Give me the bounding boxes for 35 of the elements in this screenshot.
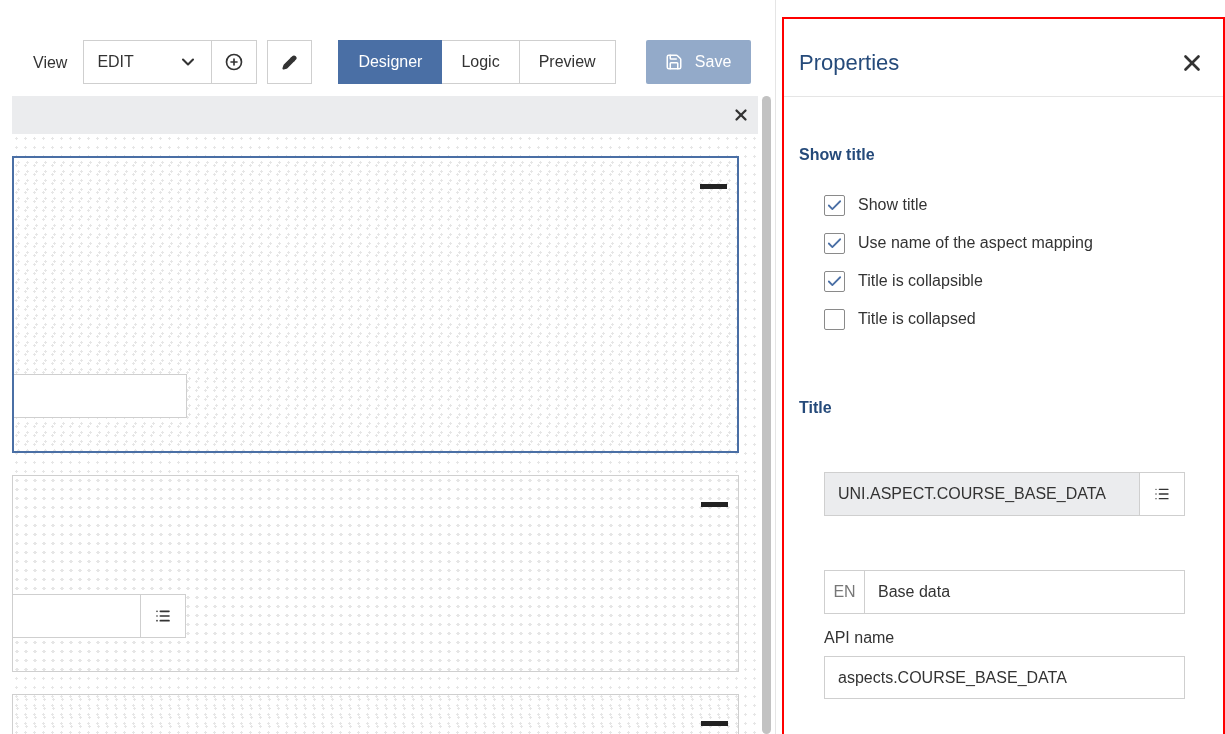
section-heading: Title bbox=[799, 398, 833, 418]
list-icon bbox=[155, 608, 171, 624]
field-label: API name bbox=[824, 628, 896, 648]
checkbox[interactable] bbox=[824, 270, 845, 292]
mode-tab[interactable]: Preview bbox=[519, 40, 616, 84]
field-value: Base data bbox=[877, 582, 951, 602]
api-name-field[interactable]: aspects.COURSE_BASE_DATA bbox=[824, 656, 1185, 699]
checkbox-label: Title is collapsed bbox=[858, 309, 976, 329]
view-select[interactable]: EDIT bbox=[83, 40, 213, 84]
checkbox[interactable] bbox=[824, 308, 845, 330]
checkbox-label: Show title bbox=[858, 195, 928, 215]
list-icon bbox=[1154, 486, 1170, 502]
add-button[interactable] bbox=[212, 40, 258, 84]
scrollbar[interactable] bbox=[762, 96, 771, 734]
checkbox[interactable] bbox=[824, 232, 845, 254]
form-card[interactable] bbox=[12, 156, 739, 453]
section-heading: Show title bbox=[799, 145, 876, 165]
input-field[interactable] bbox=[13, 594, 141, 638]
list-button[interactable] bbox=[1140, 472, 1185, 516]
translation-field[interactable]: EN Base data bbox=[824, 570, 1185, 614]
panel-title: Properties bbox=[799, 49, 900, 77]
mode-tab[interactable]: Logic bbox=[442, 40, 520, 84]
input-field[interactable] bbox=[14, 374, 187, 418]
checkbox[interactable] bbox=[824, 194, 845, 216]
close-icon[interactable] bbox=[732, 106, 750, 124]
view-label: View bbox=[33, 53, 68, 73]
pencil-icon bbox=[282, 54, 298, 70]
plus-circle-icon bbox=[225, 53, 244, 71]
list-button[interactable] bbox=[141, 594, 186, 638]
edit-button[interactable] bbox=[267, 40, 313, 84]
checkbox-label: Title is collapsible bbox=[858, 271, 983, 291]
checkbox-label: Use name of the aspect mapping bbox=[858, 233, 1093, 253]
mode-tab[interactable]: Designer bbox=[338, 40, 443, 84]
language-label: EN bbox=[825, 571, 865, 613]
select-value: EDIT bbox=[97, 52, 134, 72]
